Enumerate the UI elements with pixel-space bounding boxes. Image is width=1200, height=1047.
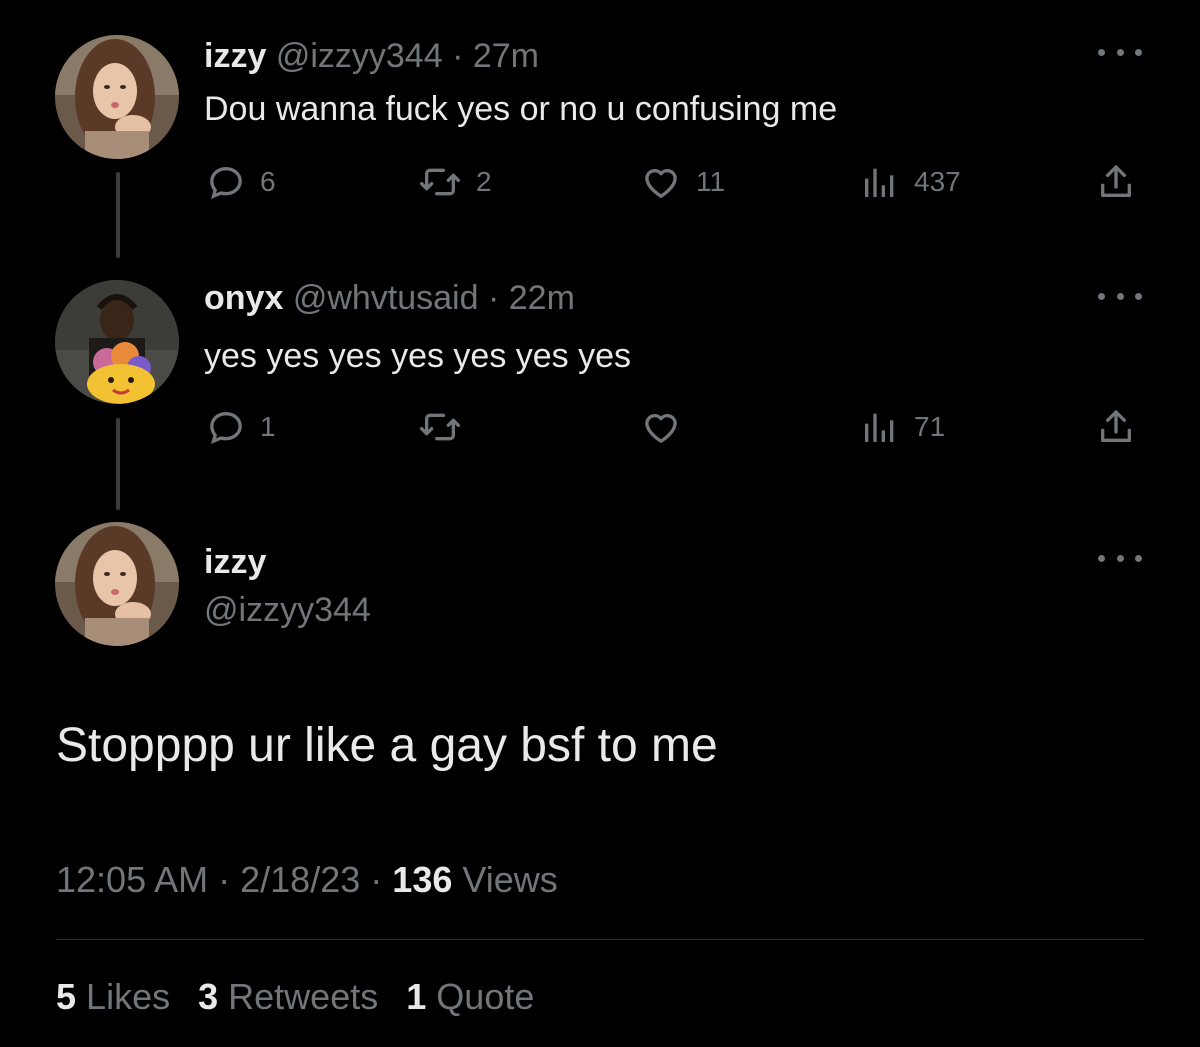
retweets-link[interactable]: 3 Retweets	[198, 976, 378, 1017]
date[interactable]: 2/18/23	[240, 859, 360, 900]
share-button[interactable]	[1096, 407, 1136, 447]
timestamp[interactable]: 22m	[509, 279, 575, 317]
views-icon	[860, 407, 900, 447]
reply-button[interactable]: 6	[206, 162, 276, 202]
quotes-link[interactable]: 1 Quote	[406, 976, 534, 1017]
username[interactable]: @izzyy344	[204, 590, 371, 630]
display-name[interactable]: onyx	[204, 279, 283, 317]
username-text: @izzyy344	[204, 591, 371, 629]
display-name[interactable]: izzy	[204, 37, 266, 75]
timestamp[interactable]: 27m	[473, 37, 539, 75]
retweets-label: Retweets	[228, 976, 379, 1017]
share-icon	[1096, 407, 1136, 447]
engagement-stats: 5 Likes 3 Retweets 1 Quote	[56, 975, 534, 1019]
more-icon[interactable]	[1098, 40, 1142, 64]
avatar[interactable]	[55, 522, 179, 646]
separator: ·	[370, 859, 383, 900]
timestamp[interactable]: 12:05 AM	[56, 859, 208, 900]
tweet-text: Dou wanna fuck yes or no u confusing me	[204, 90, 838, 128]
reply-icon	[206, 407, 246, 447]
views-button[interactable]: 437	[860, 162, 961, 202]
views-count: 136	[392, 859, 453, 900]
heart-icon	[640, 407, 682, 447]
tweet-text: yes yes yes yes yes yes yes	[204, 337, 632, 375]
tweet-header: onyx @whvtusaid · 22m	[204, 278, 575, 318]
likes-label: Likes	[86, 976, 171, 1017]
like-count: 11	[696, 166, 726, 197]
username[interactable]: @whvtusaid	[293, 279, 479, 317]
retweet-button[interactable]: 2	[418, 162, 492, 202]
views-count: 437	[914, 166, 961, 197]
more-icon[interactable]	[1098, 284, 1142, 308]
retweet-button[interactable]	[418, 407, 462, 447]
quotes-count: 1	[406, 976, 427, 1017]
reply-count: 6	[260, 166, 276, 197]
separator: ·	[218, 859, 231, 900]
like-button[interactable]	[640, 407, 682, 447]
retweet-count: 2	[476, 166, 492, 197]
likes-link[interactable]: 5 Likes	[56, 976, 170, 1017]
reply-icon	[206, 162, 246, 202]
avatar[interactable]	[55, 35, 179, 159]
reply-count: 1	[260, 411, 276, 442]
like-button[interactable]: 11	[640, 162, 725, 202]
display-name-text: izzy	[204, 543, 267, 581]
retweets-count: 3	[198, 976, 219, 1017]
views-icon	[860, 162, 900, 202]
views-label: Views	[462, 859, 558, 900]
views-count: 71	[914, 411, 946, 442]
more-icon[interactable]	[1098, 546, 1142, 570]
username[interactable]: @izzyy344	[276, 37, 443, 75]
share-button[interactable]	[1096, 162, 1136, 202]
retweet-icon	[418, 407, 462, 447]
display-name[interactable]: izzy	[204, 542, 266, 582]
tweet-header: izzy @izzyy344 · 27m	[204, 36, 539, 76]
thread-line	[116, 172, 120, 258]
divider	[56, 939, 1144, 940]
avatar[interactable]	[55, 280, 179, 404]
reply-button[interactable]: 1	[206, 407, 276, 447]
separator: ·	[487, 279, 500, 317]
thread-line	[116, 418, 120, 510]
separator: ·	[452, 37, 464, 75]
views-button[interactable]: 71	[860, 407, 945, 447]
likes-count: 5	[56, 976, 77, 1017]
tweet-meta: 12:05 AM · 2/18/23 · 136 Views	[56, 858, 558, 902]
quotes-label: Quote	[436, 976, 535, 1017]
tweet-text: Stopppp ur like a gay bsf to me	[56, 719, 718, 772]
retweet-icon	[418, 162, 462, 202]
share-icon	[1096, 162, 1136, 202]
heart-icon	[640, 162, 682, 202]
